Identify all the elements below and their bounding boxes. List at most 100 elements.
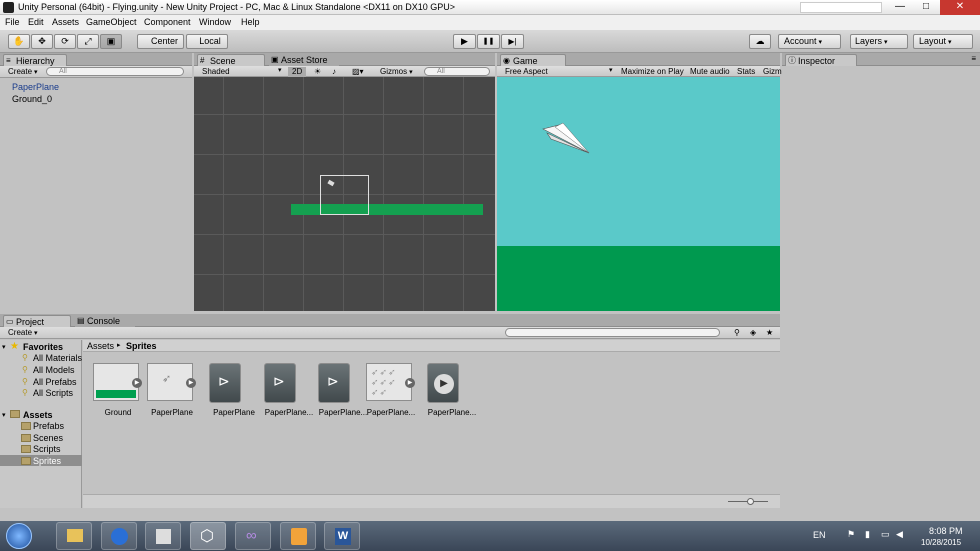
clock-date[interactable]: 10/28/2015	[921, 538, 961, 547]
taskbar-app[interactable]	[145, 522, 181, 550]
game-toolbar: Free Aspect ▾ Maximize on Play Mute audi…	[497, 66, 782, 77]
folder-scripts[interactable]: Scripts	[33, 444, 61, 454]
rect-tool-button[interactable]: ▣	[100, 34, 122, 49]
taskbar-visual-studio[interactable]: ∞	[235, 522, 271, 550]
step-button[interactable]: ▶|	[501, 34, 524, 49]
scale-tool-button[interactable]: ⤢	[77, 34, 99, 49]
mode-2d-toggle[interactable]: 2D	[288, 67, 307, 77]
move-tool-button[interactable]: ✥	[31, 34, 53, 49]
maximize-button[interactable]: □	[914, 0, 938, 15]
start-button[interactable]	[6, 523, 32, 549]
favorite-all-prefabs[interactable]: All Prefabs	[33, 377, 77, 387]
pause-button[interactable]: ❚❚	[477, 34, 500, 49]
asset-item-paperplane[interactable]: ➶ ▶ PaperPlane	[147, 363, 197, 417]
hierarchy-search-input[interactable]: All	[46, 67, 184, 76]
tab-console[interactable]: ▤ Console	[75, 315, 135, 327]
asset-item-paperplane-anim[interactable]: ⊳ PaperPlane	[209, 363, 259, 417]
asset-item-ground[interactable]: ▶ Ground	[93, 363, 143, 417]
pivot-center-button[interactable]: Center	[137, 34, 184, 49]
title-search-box[interactable]	[800, 2, 882, 13]
folder-scenes[interactable]: Scenes	[33, 433, 63, 443]
panel-menu-icon[interactable]: ≡	[971, 54, 976, 63]
breadcrumb-sprites[interactable]: Sprites	[126, 341, 157, 351]
tab-hierarchy[interactable]: ≡ Hierarchy	[3, 54, 67, 66]
expand-arrow-icon[interactable]: ▶	[132, 378, 142, 388]
favorite-all-materials[interactable]: All Materials	[33, 353, 82, 363]
space-local-button[interactable]: Local	[186, 34, 228, 49]
scene-view[interactable]	[194, 77, 495, 311]
minimize-button[interactable]: —	[888, 0, 912, 15]
tab-game[interactable]: ◉ Game	[500, 54, 566, 66]
expand-arrow-icon[interactable]: ▶	[186, 378, 196, 388]
stats-toggle[interactable]: Stats	[733, 67, 759, 77]
hierarchy-item-ground[interactable]: Ground_0	[12, 94, 52, 104]
assets-folder-label[interactable]: Assets	[23, 410, 53, 420]
mute-audio-toggle[interactable]: Mute audio	[686, 67, 734, 77]
scene-effects-icon[interactable]: ▨▾	[348, 67, 368, 77]
menu-help[interactable]: Help	[241, 17, 260, 27]
scene-search-input[interactable]: All	[424, 67, 490, 76]
favorites-label[interactable]: Favorites	[23, 342, 63, 352]
network-icon[interactable]: ▮	[865, 529, 870, 540]
asset-item-paperplane-anim-2[interactable]: ⊳ PaperPlane...	[264, 363, 314, 417]
favorite-all-scripts[interactable]: All Scripts	[33, 388, 73, 398]
language-indicator[interactable]: EN	[813, 530, 826, 540]
menu-gameobject[interactable]: GameObject	[86, 17, 137, 27]
taskbar-sublime[interactable]	[280, 522, 316, 550]
taskbar-explorer[interactable]	[56, 522, 92, 550]
folder-icon	[21, 422, 31, 430]
play-button[interactable]: ▶	[453, 34, 476, 49]
menu-assets[interactable]: Assets	[52, 17, 79, 27]
scene-audio-icon[interactable]: ♪	[328, 67, 340, 77]
volume-icon[interactable]: ◀	[896, 529, 903, 540]
cloud-button[interactable]: ☁	[749, 34, 771, 49]
window-title: Unity Personal (64bit) - Flying.unity - …	[18, 2, 456, 12]
flag-icon[interactable]: ⚑	[847, 529, 855, 540]
power-icon[interactable]: ▭	[881, 529, 890, 540]
menu-file[interactable]: File	[5, 17, 20, 27]
favorite-all-models[interactable]: All Models	[33, 365, 75, 375]
favorite-star-icon[interactable]: ★	[762, 328, 777, 338]
tab-project[interactable]: ▭ Project	[3, 315, 71, 327]
close-button[interactable]: ✕	[940, 0, 980, 15]
asset-item-paperplane-anim-3[interactable]: ⊳ PaperPlane...	[318, 363, 368, 417]
expand-arrow-icon[interactable]: ▶	[405, 378, 415, 388]
folder-sprites[interactable]: Sprites	[33, 456, 61, 466]
hierarchy-create-button[interactable]: Create	[4, 67, 41, 77]
aspect-dropdown[interactable]: Free Aspect	[501, 67, 615, 77]
taskbar-unity[interactable]: ⬡	[190, 522, 226, 550]
zoom-slider-handle[interactable]	[747, 498, 754, 505]
menu-window[interactable]: Window	[199, 17, 231, 27]
scene-toolbar: Shaded ▾ 2D ☀ ♪ ▨▾ Gizmos All	[194, 66, 495, 77]
menu-component[interactable]: Component	[144, 17, 191, 27]
project-search-input[interactable]	[505, 328, 720, 337]
rotate-tool-button[interactable]: ⟳	[54, 34, 76, 49]
account-dropdown[interactable]: Account	[778, 34, 841, 49]
hierarchy-item-paperplane[interactable]: PaperPlane	[12, 82, 59, 92]
clock-time[interactable]: 8:08 PM	[929, 526, 963, 536]
filter-label-icon[interactable]: ◈	[746, 328, 760, 338]
menu-bar: File Edit Assets GameObject Component Wi…	[0, 15, 980, 30]
project-create-button[interactable]: Create	[4, 328, 41, 338]
folder-prefabs[interactable]: Prefabs	[33, 421, 64, 431]
filter-type-icon[interactable]: ⚲	[730, 328, 744, 338]
maximize-on-play-toggle[interactable]: Maximize on Play	[617, 67, 688, 77]
shading-mode-dropdown[interactable]: Shaded	[198, 67, 284, 77]
chevron-down-icon: ▾	[609, 67, 613, 74]
asset-item-paperplane-sheet[interactable]: ➶➶➶ ➶➶➶ ➶➶ ▶ PaperPlane...	[366, 363, 416, 417]
menu-edit[interactable]: Edit	[28, 17, 44, 27]
tab-scene[interactable]: # Scene	[197, 54, 265, 66]
tab-asset-store[interactable]: ▣ Asset Store	[269, 54, 339, 66]
gizmos-dropdown[interactable]: Gizmos	[376, 67, 417, 77]
taskbar-browser[interactable]	[101, 522, 137, 550]
layers-dropdown[interactable]: Layers	[850, 34, 908, 49]
game-view[interactable]	[497, 77, 780, 311]
tab-inspector[interactable]: ⓘ Inspector	[785, 54, 857, 66]
asset-item-paperplane-clip[interactable]: ▶ PaperPlane...	[427, 363, 477, 417]
scene-lighting-icon[interactable]: ☀	[310, 67, 325, 77]
breadcrumb-assets[interactable]: Assets	[87, 341, 114, 351]
hand-tool-button[interactable]: ✋	[8, 34, 30, 49]
hierarchy-panel: ≡ Hierarchy Create All PaperPlane Ground…	[0, 53, 192, 311]
layout-dropdown[interactable]: Layout	[913, 34, 973, 49]
taskbar-word[interactable]: W	[324, 522, 360, 550]
